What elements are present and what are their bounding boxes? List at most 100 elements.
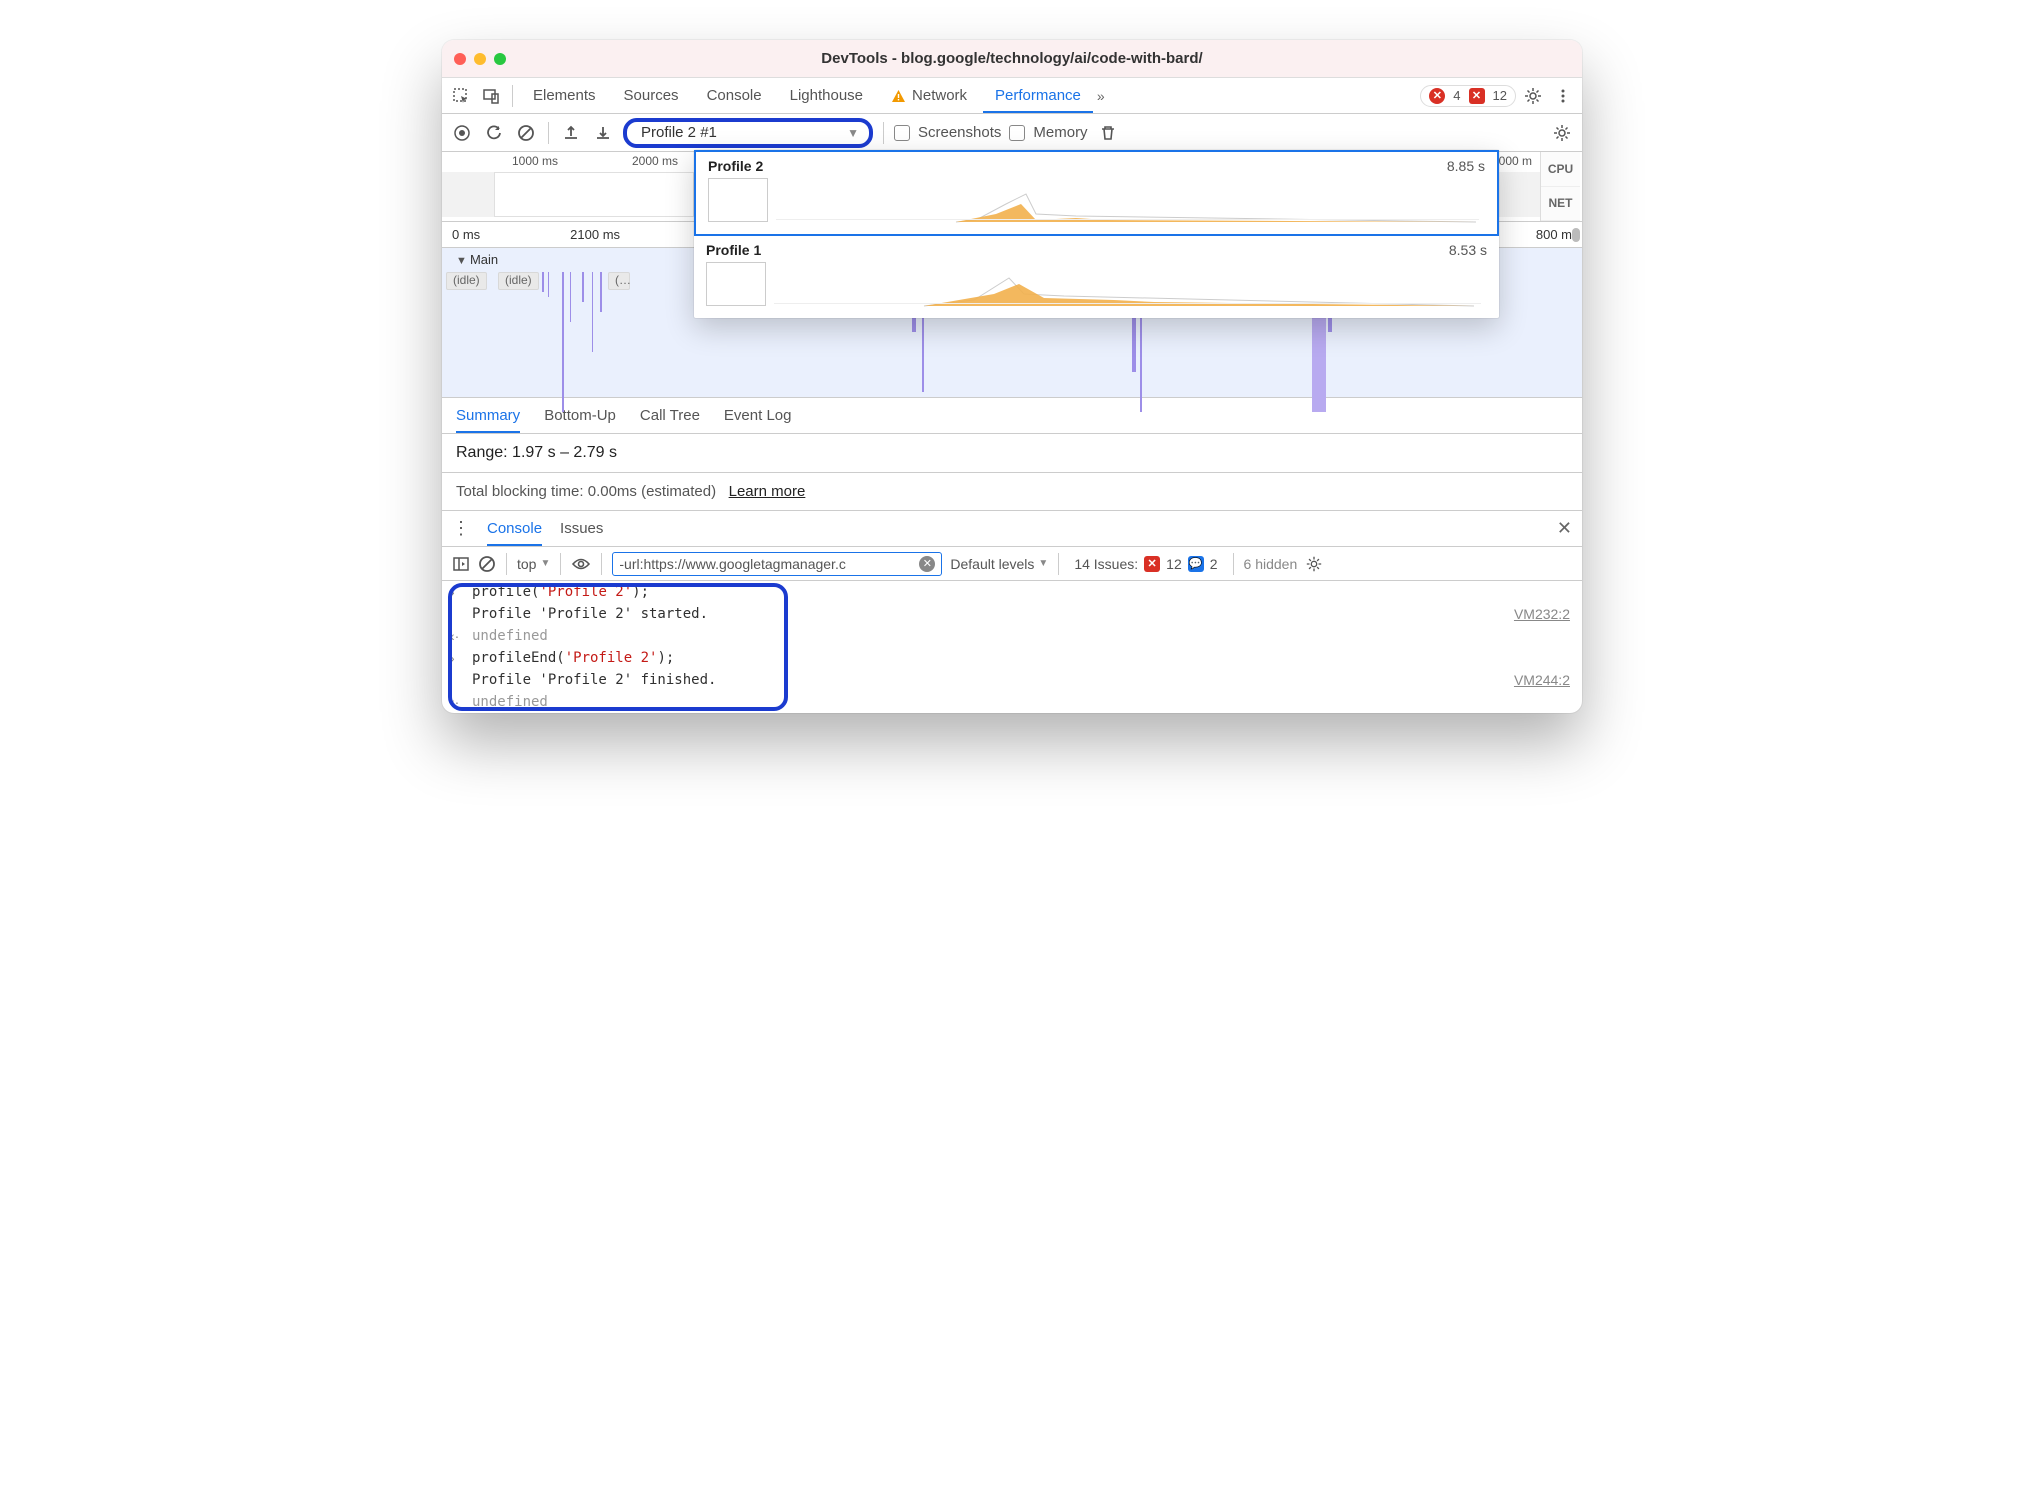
clear-button[interactable] <box>514 121 538 145</box>
chevron-down-icon: ▼ <box>847 126 859 140</box>
close-drawer-icon[interactable]: ✕ <box>1557 518 1572 539</box>
net-label: NET <box>1541 187 1580 222</box>
reload-button[interactable] <box>482 121 506 145</box>
clear-filter-icon[interactable]: ✕ <box>919 556 935 572</box>
profile-select-value: Profile 2 #1 <box>641 124 717 141</box>
profile-select[interactable]: Profile 2 #1 ▼ <box>623 118 873 148</box>
tab-sources[interactable]: Sources <box>612 78 691 113</box>
context-label: top <box>517 556 536 572</box>
tab-label: Summary <box>456 407 520 424</box>
maximize-window-button[interactable] <box>494 53 506 65</box>
warning-icon <box>891 89 906 103</box>
device-toolbar-icon[interactable] <box>478 83 504 109</box>
clear-console-icon[interactable] <box>478 555 496 573</box>
kebab-menu-icon[interactable] <box>1550 83 1576 109</box>
profile-thumbnail <box>708 178 1485 224</box>
checkbox-icon <box>1009 125 1025 141</box>
drawer-kebab-icon[interactable]: ⋮ <box>452 518 469 539</box>
time-label: 2000 ms <box>632 154 678 168</box>
inspect-icon[interactable] <box>448 83 474 109</box>
window-title: DevTools - blog.google/technology/ai/cod… <box>514 50 1570 67</box>
record-button[interactable] <box>450 121 474 145</box>
console-toolbar: top ▼ -url:https://www.googletagmanager.… <box>442 547 1582 581</box>
profile-name: Profile 2 <box>708 158 763 174</box>
delete-icon[interactable] <box>1096 121 1120 145</box>
scrollbar-thumb[interactable] <box>1572 228 1580 242</box>
tab-label: Bottom-Up <box>544 407 616 424</box>
tab-console[interactable]: Console <box>695 78 774 113</box>
memory-checkbox[interactable]: Memory <box>1009 124 1087 141</box>
chevron-down-icon: ▼ <box>1038 558 1048 569</box>
track-label-main[interactable]: Main <box>456 252 498 267</box>
profile-option[interactable]: Profile 28.85 s <box>694 150 1499 236</box>
idle-segment: (idle) <box>446 272 487 290</box>
devtools-window: DevTools - blog.google/technology/ai/cod… <box>442 40 1582 713</box>
titlebar: DevTools - blog.google/technology/ai/cod… <box>442 40 1582 78</box>
tab-call-tree[interactable]: Call Tree <box>640 398 700 433</box>
performance-toolbar: Profile 2 #1 ▼ Screenshots Memory <box>442 114 1582 152</box>
drawer-header: ⋮ Console Issues ✕ <box>442 511 1582 547</box>
tab-label: Console <box>707 87 762 104</box>
tab-event-log[interactable]: Event Log <box>724 398 792 433</box>
error-icon: ✕ <box>1429 88 1445 104</box>
learn-more-link[interactable]: Learn more <box>729 483 806 500</box>
error-counter[interactable]: ✕4 ✕12 <box>1420 85 1516 107</box>
source-link[interactable]: VM244:2 <box>1514 672 1570 688</box>
issue-info-count: 2 <box>1210 556 1218 572</box>
overview-side-labels: CPU NET <box>1540 152 1580 221</box>
source-link[interactable]: VM232:2 <box>1514 606 1570 622</box>
context-selector[interactable]: top ▼ <box>517 556 550 572</box>
tab-summary[interactable]: Summary <box>456 398 520 433</box>
tab-elements[interactable]: Elements <box>521 78 608 113</box>
tab-label: Console <box>487 520 542 537</box>
tab-bottom-up[interactable]: Bottom-Up <box>544 398 616 433</box>
settings-icon[interactable] <box>1520 83 1546 109</box>
issue-info-icon: 💬 <box>1188 556 1204 572</box>
checkbox-label: Screenshots <box>918 124 1001 141</box>
close-window-button[interactable] <box>454 53 466 65</box>
tab-lighthouse[interactable]: Lighthouse <box>778 78 875 113</box>
tab-label: Issues <box>560 520 603 537</box>
task-segment: (… <box>608 272 630 290</box>
screenshots-checkbox[interactable]: Screenshots <box>894 124 1001 141</box>
tick-label: 2100 ms <box>570 227 620 242</box>
tab-performance[interactable]: Performance <box>983 78 1093 113</box>
issue-error-count: 12 <box>1166 556 1182 572</box>
checkbox-icon <box>894 125 910 141</box>
profile-dropdown: Profile 28.85 s Profile 18.53 s <box>694 150 1499 318</box>
drawer-tab-console[interactable]: Console <box>487 511 542 546</box>
issues-label: 14 Issues: <box>1074 556 1138 572</box>
issue-count: 12 <box>1493 88 1507 103</box>
live-expression-icon[interactable] <box>571 557 591 571</box>
hidden-count[interactable]: 6 hidden <box>1244 556 1298 572</box>
tab-label: Network <box>912 87 967 104</box>
tab-label: Call Tree <box>640 407 700 424</box>
tab-label: Event Log <box>724 407 792 424</box>
minimize-window-button[interactable] <box>474 53 486 65</box>
console-settings-icon[interactable] <box>1305 555 1323 573</box>
range-text: Range: 1.97 s – 2.79 s <box>442 434 1582 473</box>
summary-tabs: Summary Bottom-Up Call Tree Event Log <box>442 398 1582 434</box>
traffic-lights <box>454 53 506 65</box>
drawer-tab-issues[interactable]: Issues <box>560 511 603 546</box>
profile-option[interactable]: Profile 18.53 s <box>694 236 1499 318</box>
log-levels-selector[interactable]: Default levels ▼ <box>950 556 1048 572</box>
cpu-label: CPU <box>1541 152 1580 187</box>
profile-name: Profile 1 <box>706 242 761 258</box>
tab-label: Performance <box>995 87 1081 104</box>
time-label: 1000 ms <box>512 154 558 168</box>
issue-icon: ✕ <box>1469 88 1485 104</box>
tab-label: Sources <box>624 87 679 104</box>
panel-settings-icon[interactable] <box>1550 121 1574 145</box>
more-tabs-button[interactable]: » <box>1097 88 1105 104</box>
tick-label: 800 m <box>1536 227 1572 242</box>
sidebar-toggle-icon[interactable] <box>452 555 470 573</box>
console-filter-input[interactable]: -url:https://www.googletagmanager.c ✕ <box>612 552 942 576</box>
issues-summary[interactable]: 14 Issues: ✕12 💬2 <box>1069 553 1222 575</box>
download-icon[interactable] <box>591 121 615 145</box>
tab-network[interactable]: Network <box>879 78 979 113</box>
tab-label: Elements <box>533 87 596 104</box>
upload-icon[interactable] <box>559 121 583 145</box>
levels-label: Default levels <box>950 556 1034 572</box>
tab-label: Lighthouse <box>790 87 863 104</box>
